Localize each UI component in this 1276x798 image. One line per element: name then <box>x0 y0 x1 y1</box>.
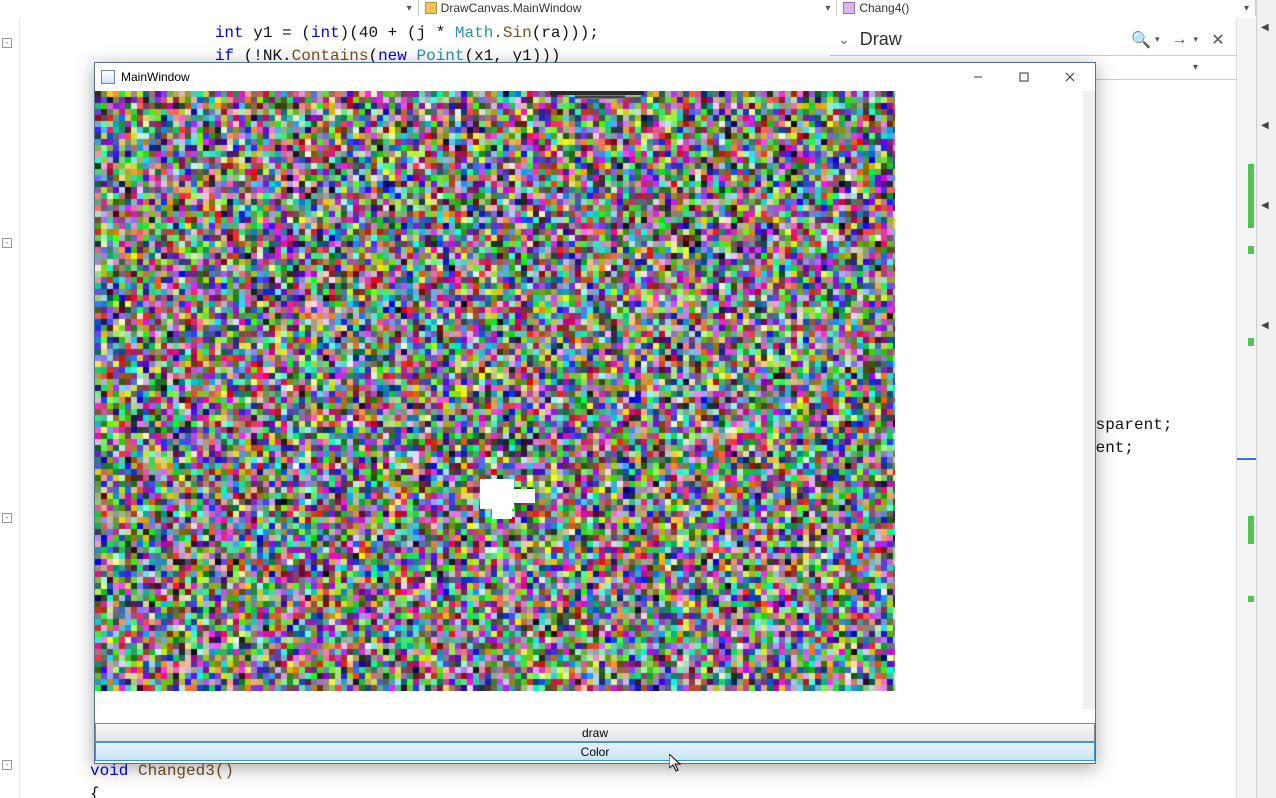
nav-combo-project[interactable]: ▾ <box>0 0 419 16</box>
code-visible-bottom: void Changed3() { <box>90 760 234 798</box>
expand-icon[interactable]: ◀ <box>1261 200 1269 211</box>
app-window: MainWindow ◂ ▸ draw Color <box>94 62 1096 764</box>
root: ▾ DrawCanvas.MainWindow ▾ Chang4() ▾ - -… <box>0 0 1276 798</box>
color-button[interactable]: Color <box>95 742 1095 761</box>
titlebar[interactable]: MainWindow <box>95 63 1095 91</box>
window-title: MainWindow <box>121 70 955 84</box>
class-icon <box>425 2 437 14</box>
nav-combo-class-text: DrawCanvas.MainWindow <box>441 1 582 15</box>
chevron-down-icon: ▾ <box>407 3 412 14</box>
draw-button[interactable]: draw <box>95 723 1095 742</box>
code-visible-right: nsparent; rent; <box>1086 414 1172 460</box>
app-icon <box>101 70 115 84</box>
find-next-icon[interactable]: → <box>1169 31 1189 49</box>
editor-gutter: - - - - <box>0 18 20 798</box>
expand-icon[interactable]: ◀ <box>1261 120 1269 131</box>
close-button[interactable] <box>1047 63 1093 91</box>
minimize-button[interactable] <box>955 63 1001 91</box>
find-bar: ⌄ Draw 🔍 ▾ → ▾ ✕ <box>830 24 1236 56</box>
nav-combo-member[interactable]: Chang4() ▾ <box>837 0 1256 16</box>
fold-toggle[interactable]: - <box>2 238 12 248</box>
chevron-down-icon[interactable]: ▾ <box>1193 34 1198 45</box>
chevron-down-icon[interactable]: ⌄ <box>838 31 850 48</box>
search-icon[interactable]: 🔍 <box>1131 30 1151 50</box>
find-input[interactable]: Draw <box>860 29 1121 50</box>
close-icon[interactable]: ✕ <box>1208 30 1228 50</box>
scrollbar-overview[interactable] <box>1236 18 1256 798</box>
fold-toggle[interactable]: - <box>2 760 12 770</box>
right-docked-rail: ◀ ◀ ◀ ◀ <box>1256 0 1276 798</box>
pixel-canvas[interactable] <box>95 91 895 691</box>
app-client-area <box>95 91 1095 723</box>
chevron-down-icon[interactable]: ▾ <box>1155 34 1160 45</box>
expand-icon[interactable]: ◀ <box>1261 22 1269 33</box>
fold-toggle[interactable]: - <box>2 513 12 523</box>
nav-combo-member-text: Chang4() <box>859 1 909 15</box>
chevron-down-icon[interactable]: ▾ <box>1193 62 1198 73</box>
fold-toggle[interactable]: - <box>2 38 12 48</box>
method-icon <box>843 2 855 14</box>
chevron-down-icon: ▾ <box>825 3 830 14</box>
nav-combo-class[interactable]: DrawCanvas.MainWindow ▾ <box>419 0 838 16</box>
white-region <box>492 505 512 519</box>
expand-icon[interactable]: ◀ <box>1261 320 1269 331</box>
nav-combo-bar: ▾ DrawCanvas.MainWindow ▾ Chang4() ▾ <box>0 0 1256 16</box>
chevron-down-icon: ▾ <box>1244 3 1249 14</box>
white-region <box>505 489 535 503</box>
vertical-scrollbar[interactable] <box>1083 91 1095 709</box>
debug-overlay-strip <box>575 95 625 99</box>
button-bar: draw Color <box>95 723 1095 763</box>
maximize-button[interactable] <box>1001 63 1047 91</box>
